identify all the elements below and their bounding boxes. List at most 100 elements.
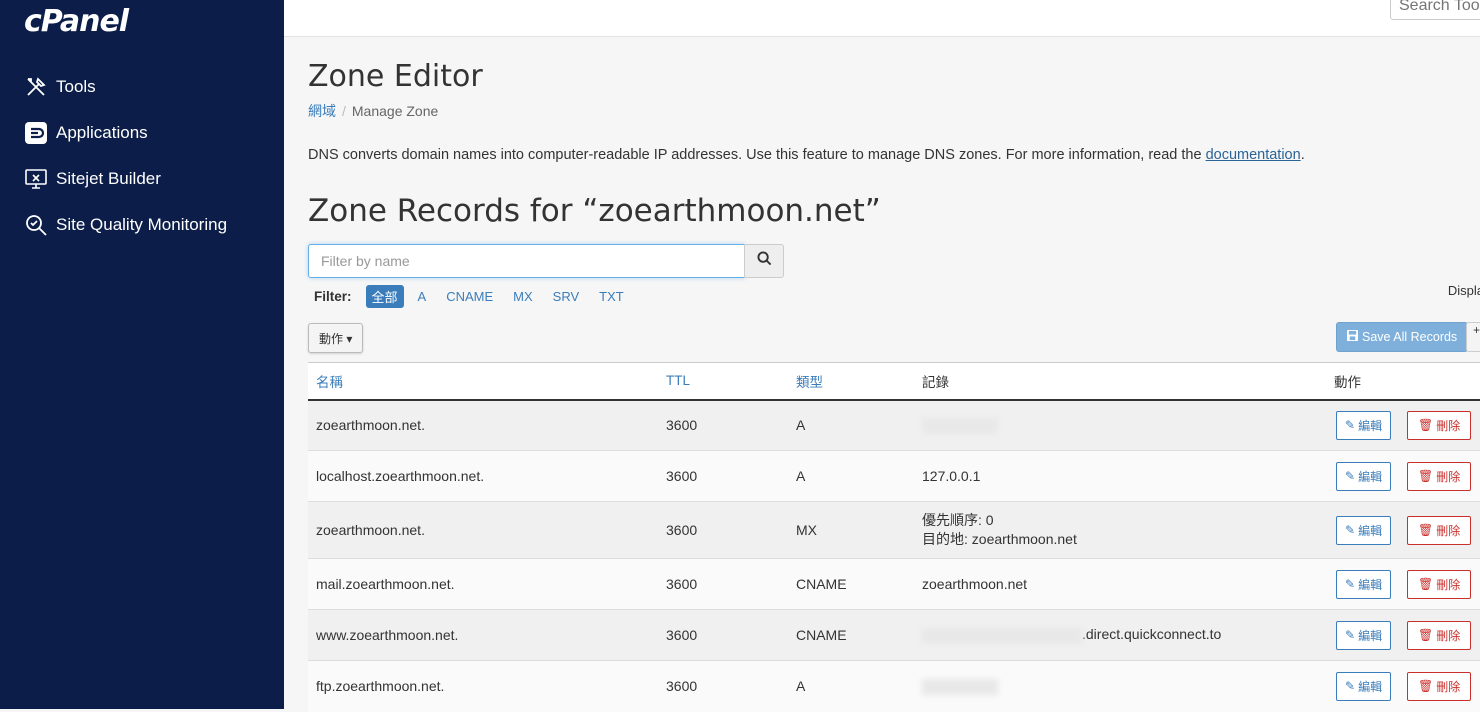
delete-button[interactable]: 🗑 刪除: [1406, 515, 1472, 545]
trash-icon: 🗑: [1417, 679, 1434, 694]
filter-chip-srv[interactable]: SRV: [547, 287, 586, 306]
pencil-icon: ✎: [1345, 628, 1356, 642]
filter-chip-all[interactable]: 全部: [365, 285, 404, 308]
table-row: zoearthmoon.net. 3600 A ✎ 編輯 🗑 刪除: [308, 399, 1480, 451]
pencil-icon: ✎: [1345, 679, 1356, 694]
sidebar-item-tools[interactable]: Tools: [0, 64, 284, 110]
delete-label: 刪除: [1436, 577, 1461, 592]
edit-button[interactable]: ✎ 編輯: [1336, 620, 1392, 650]
type-filter-row: Filter: 全部 A CNAME MX SRV TXT: [314, 285, 638, 308]
mx-priority-value: 0: [985, 512, 994, 528]
redacted-value: [922, 678, 998, 695]
record-value: .direct.quickconnect.to: [914, 609, 1326, 661]
filter-chip-a[interactable]: A: [412, 287, 433, 306]
documentation-link[interactable]: documentation: [1206, 147, 1301, 163]
sidebar-item-applications[interactable]: Applications: [0, 110, 284, 156]
record-actions: ✎ 編輯 🗑 刪除: [1326, 558, 1480, 610]
edit-button[interactable]: ✎ 編輯: [1336, 671, 1392, 701]
trash-icon: 🗑: [1417, 628, 1434, 642]
mx-destination-line: 目的地: zoearthmoon.net: [922, 530, 1318, 549]
record-ttl: 3600: [658, 558, 788, 610]
record-actions: ✎ 編輯 🗑 刪除: [1326, 450, 1480, 502]
delete-label: 刪除: [1436, 679, 1461, 694]
delete-button[interactable]: 🗑 刪除: [1406, 620, 1472, 650]
site-quality-icon: [24, 213, 48, 237]
delete-button[interactable]: 🗑 刪除: [1406, 671, 1472, 701]
edit-label: 編輯: [1358, 523, 1383, 538]
edit-button[interactable]: ✎ 編輯: [1336, 515, 1392, 545]
cpanel-logo[interactable]: cPanel: [24, 4, 129, 39]
header-type[interactable]: 類型: [788, 362, 914, 401]
trash-icon: 🗑: [1417, 418, 1434, 433]
record-ttl: 3600: [658, 450, 788, 502]
delete-button[interactable]: 🗑 刪除: [1406, 461, 1472, 491]
header-ttl[interactable]: TTL: [658, 362, 788, 401]
search-icon: [756, 251, 772, 271]
record-ttl: 3600: [658, 609, 788, 661]
filter-chip-mx[interactable]: MX: [507, 287, 539, 306]
record-type: A: [788, 399, 914, 451]
table-row: ftp.zoearthmoon.net. 3600 A ✎ 編輯 🗑 刪除: [308, 660, 1480, 712]
search-tools-input[interactable]: [1390, 0, 1480, 20]
filter-chip-cname[interactable]: CNAME: [440, 287, 499, 306]
edit-label: 編輯: [1358, 469, 1383, 484]
save-icon: [1347, 330, 1362, 344]
delete-label: 刪除: [1436, 418, 1461, 433]
actions-label: 動作: [319, 331, 344, 346]
description-end: .: [1300, 147, 1305, 163]
add-record-button[interactable]: +: [1466, 322, 1480, 352]
record-actions: ✎ 編輯 🗑 刪除: [1326, 609, 1480, 661]
sidebar-item-site-quality-monitoring[interactable]: Site Quality Monitoring: [0, 202, 284, 248]
breadcrumb-domains-link[interactable]: 網域: [308, 103, 336, 119]
actions-dropdown-button[interactable]: 動作 ▾: [308, 323, 364, 353]
pencil-icon: ✎: [1345, 523, 1356, 537]
delete-button[interactable]: 🗑 刪除: [1406, 569, 1472, 599]
edit-button[interactable]: ✎ 編輯: [1336, 410, 1392, 440]
cname-target-suffix: .direct.quickconnect.to: [1082, 626, 1222, 643]
pencil-icon: ✎: [1345, 577, 1356, 591]
record-value: 優先順序: 0 目的地: zoearthmoon.net: [914, 501, 1326, 559]
filter-search-button[interactable]: [744, 244, 784, 278]
edit-label: 編輯: [1358, 628, 1383, 643]
sitejet-icon: [24, 167, 48, 191]
header-actions: 動作: [1326, 362, 1480, 401]
delete-label: 刪除: [1436, 523, 1461, 538]
description-text: DNS converts domain names into computer-…: [308, 147, 1206, 163]
table-row: zoearthmoon.net. 3600 MX 優先順序: 0 目的地: zo…: [308, 501, 1480, 559]
filter-label: Filter:: [314, 289, 352, 304]
delete-label: 刪除: [1436, 628, 1461, 643]
edit-button[interactable]: ✎ 編輯: [1336, 461, 1392, 491]
mx-destination-label: 目的地:: [922, 531, 968, 547]
filter-chip-txt[interactable]: TXT: [593, 287, 630, 306]
filter-by-name-input[interactable]: [308, 244, 745, 278]
save-all-label: Save All Records: [1362, 330, 1458, 344]
record-name: www.zoearthmoon.net.: [308, 609, 658, 661]
record-type: MX: [788, 501, 914, 559]
mx-destination-value: zoearthmoon.net: [971, 531, 1077, 547]
record-ttl: 3600: [658, 660, 788, 712]
caret-down-icon: ▾: [346, 331, 353, 346]
record-name: localhost.zoearthmoon.net.: [308, 450, 658, 502]
display-label: Displa: [1447, 283, 1480, 298]
trash-icon: 🗑: [1417, 577, 1434, 591]
delete-button[interactable]: 🗑 刪除: [1406, 410, 1472, 440]
edit-button[interactable]: ✎ 編輯: [1336, 569, 1392, 599]
record-value: [914, 660, 1326, 712]
table-row: mail.zoearthmoon.net. 3600 CNAME zoearth…: [308, 558, 1480, 610]
trash-icon: 🗑: [1417, 523, 1434, 537]
topbar: [284, 0, 1480, 37]
record-name: mail.zoearthmoon.net.: [308, 558, 658, 610]
table-row: www.zoearthmoon.net. 3600 CNAME .direct.…: [308, 609, 1480, 661]
redacted-value: [922, 627, 1082, 644]
record-actions: ✎ 編輯 🗑 刪除: [1326, 501, 1480, 559]
edit-label: 編輯: [1358, 577, 1383, 592]
record-type: CNAME: [788, 609, 914, 661]
header-record: 記錄: [914, 362, 1326, 401]
record-value: 127.0.0.1: [914, 450, 1326, 502]
sidebar-item-sitejet-builder[interactable]: Sitejet Builder: [0, 156, 284, 202]
pencil-icon: ✎: [1345, 418, 1356, 433]
header-name[interactable]: 名稱: [308, 362, 658, 401]
breadcrumb: 網域 / Manage Zone: [308, 101, 438, 121]
save-all-records-button[interactable]: Save All Records: [1336, 322, 1469, 352]
record-name: zoearthmoon.net.: [308, 501, 658, 559]
